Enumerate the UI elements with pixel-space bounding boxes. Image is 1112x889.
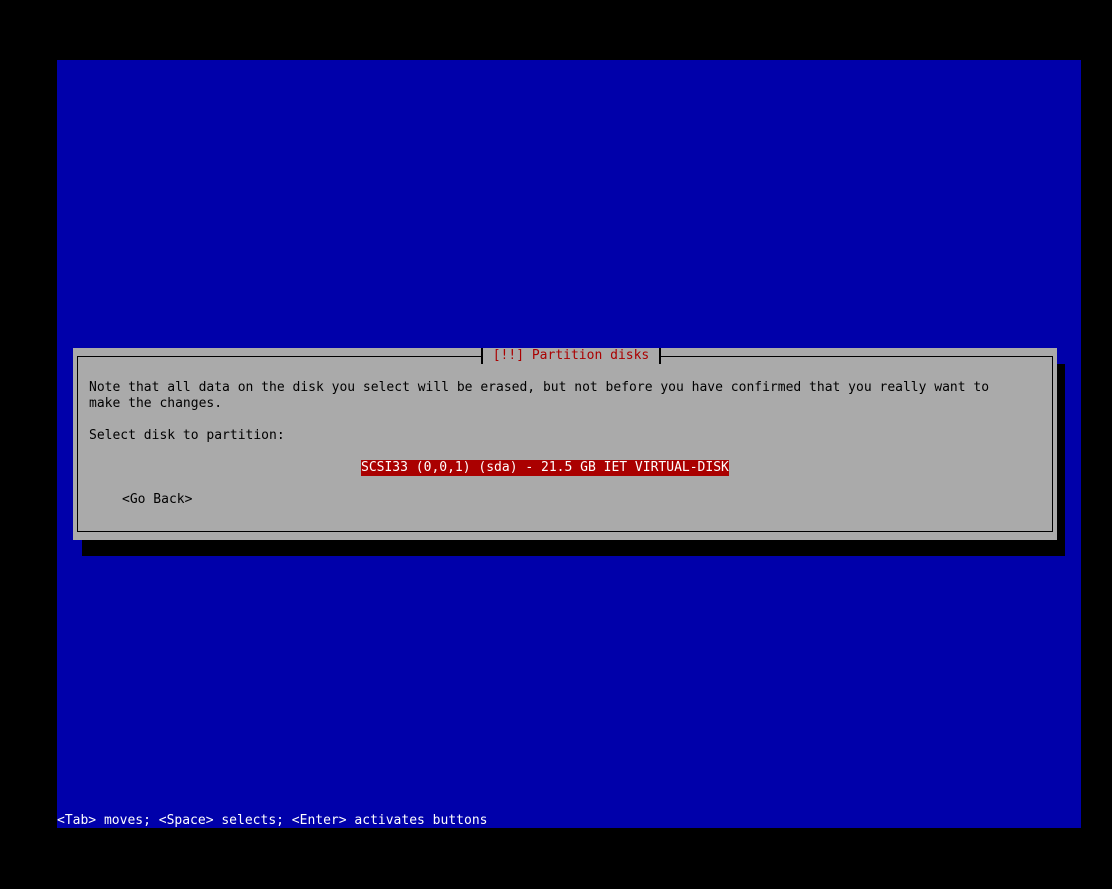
partition-dialog: [!!] Partition disks Note that all data … xyxy=(73,348,1057,540)
warning-note-line2: make the changes. xyxy=(89,396,223,411)
disk-option-sda[interactable]: SCSI33 (0,0,1) (sda) - 21.5 GB IET VIRTU… xyxy=(361,460,729,476)
dialog-title-bar: [!!] Partition disks xyxy=(73,348,1057,364)
warning-note: Note that all data on the disk you selec… xyxy=(89,380,989,412)
keyboard-help-bar: <Tab> moves; <Space> selects; <Enter> ac… xyxy=(57,813,488,828)
warning-note-line1: Note that all data on the disk you selec… xyxy=(89,380,990,395)
go-back-button[interactable]: <Go Back> xyxy=(122,492,192,508)
select-disk-prompt: Select disk to partition: xyxy=(89,428,285,443)
dialog-title: [!!] Partition disks xyxy=(480,348,662,364)
